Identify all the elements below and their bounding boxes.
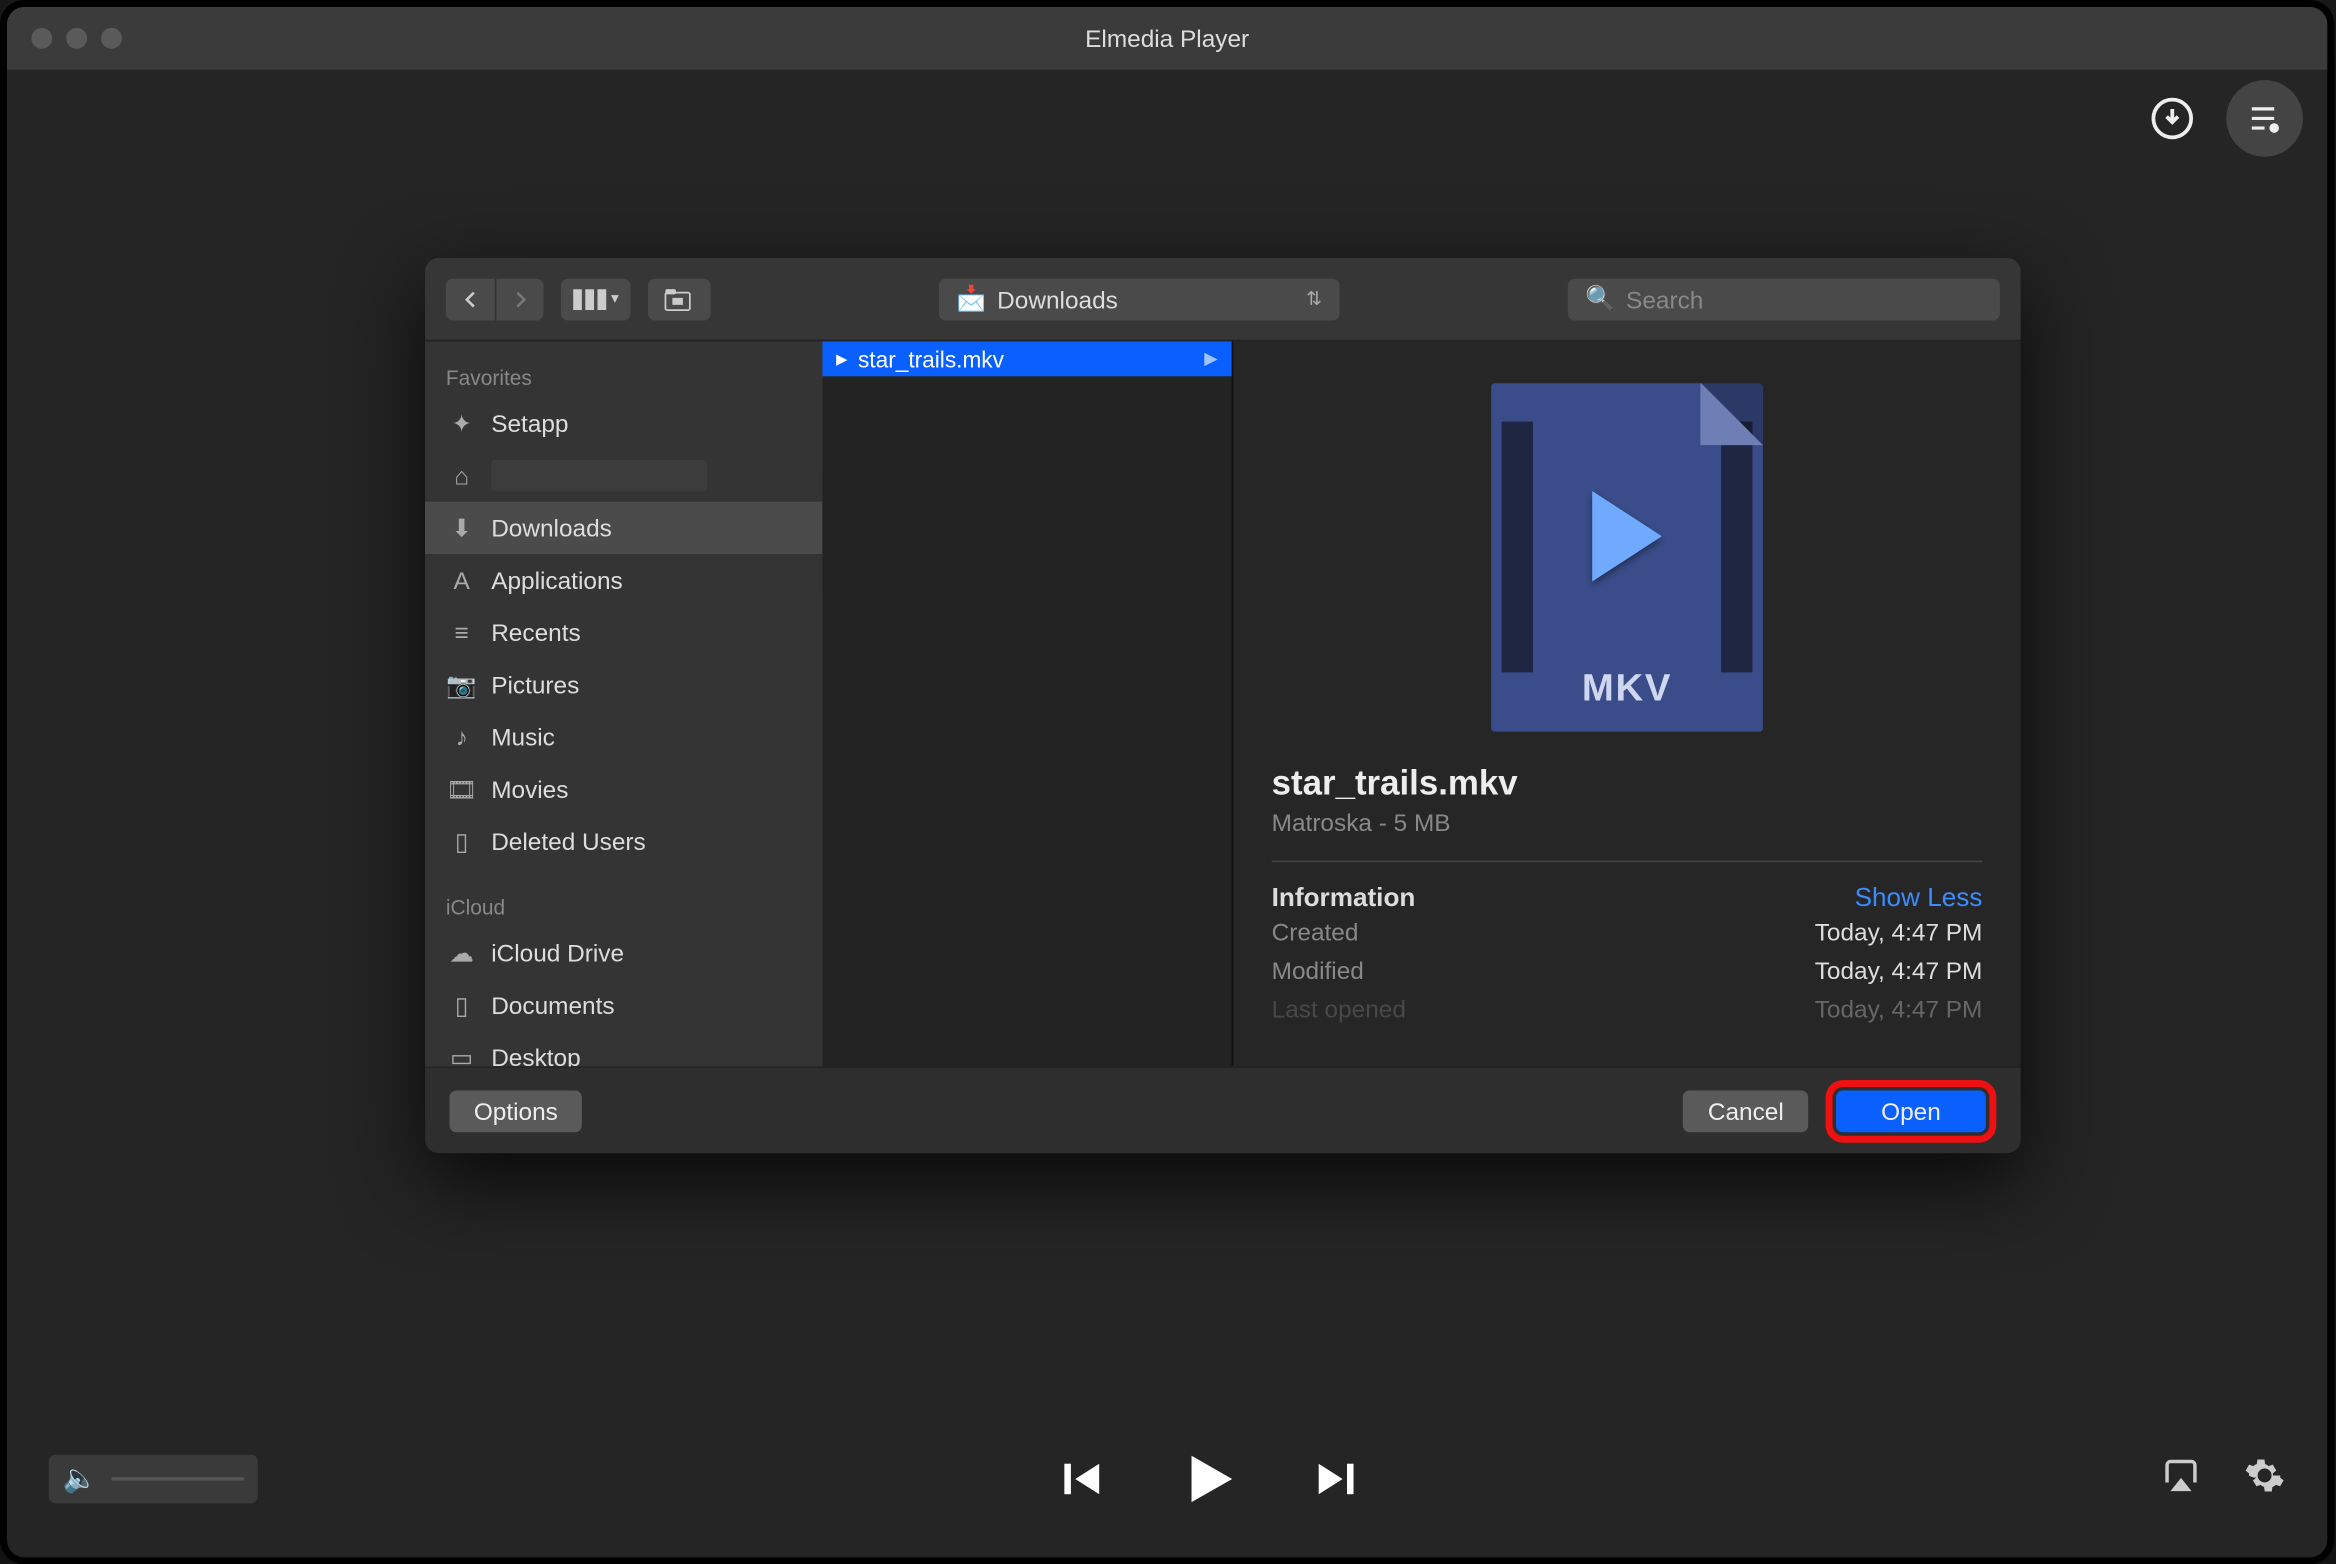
view-columns-button[interactable]: ▾	[561, 278, 631, 320]
minimize-window-icon[interactable]	[66, 28, 87, 49]
view-mode-segment[interactable]: ▾	[561, 278, 631, 320]
mkv-file-icon: MKV	[1491, 382, 1763, 730]
sidebar-item-music[interactable]: ♪Music	[425, 711, 822, 763]
music-icon: ♪	[446, 723, 477, 751]
volume-track[interactable]	[111, 1477, 244, 1480]
dialog-toolbar: ▾ 📩 Downloads ⇅ 🔍 Search	[425, 258, 2021, 342]
next-button[interactable]	[1310, 1453, 1362, 1505]
sidebar-item-recents[interactable]: ≡Recents	[425, 606, 822, 658]
back-button[interactable]	[446, 278, 495, 320]
path-label: Downloads	[997, 285, 1118, 313]
search-field[interactable]: 🔍 Search	[1568, 278, 2000, 320]
thumbnail: MKV	[1272, 380, 1983, 734]
info-row-last-opened: Last openedToday, 4:47 PM	[1272, 989, 1983, 1027]
open-button[interactable]: Open	[1836, 1090, 1986, 1132]
previous-button[interactable]	[1056, 1453, 1108, 1505]
show-less-link[interactable]: Show Less	[1855, 883, 1983, 913]
forward-button[interactable]	[495, 278, 544, 320]
sidebar-item-home[interactable]: ⌂	[425, 449, 822, 501]
info-row-modified: ModifiedToday, 4:47 PM	[1272, 951, 1983, 989]
file-list-column: ▸ star_trails.mkv ▶	[822, 341, 1233, 1066]
applications-icon: A	[446, 566, 477, 594]
playlist-icon[interactable]	[2226, 80, 2303, 157]
sidebar-item-documents[interactable]: ▯Documents	[425, 979, 822, 1031]
group-button[interactable]	[648, 278, 711, 320]
search-placeholder: Search	[1626, 285, 1703, 313]
info-row-created: CreatedToday, 4:47 PM	[1272, 913, 1983, 951]
icloud-header: iCloud	[425, 885, 822, 927]
sidebar-item-pictures[interactable]: 📷Pictures	[425, 658, 822, 710]
file-row[interactable]: ▸ star_trails.mkv ▶	[822, 341, 1231, 376]
play-button[interactable]	[1174, 1444, 1244, 1514]
chevron-updown-icon: ⇅	[1306, 287, 1322, 310]
volume-slider[interactable]: 🔈	[49, 1455, 258, 1504]
sidebar-item-movies[interactable]: 🎞Movies	[425, 763, 822, 815]
zoom-window-icon[interactable]	[101, 28, 122, 49]
sidebar-item-downloads[interactable]: ⬇Downloads	[425, 502, 822, 554]
icloud-icon: ☁	[446, 938, 477, 968]
documents-icon: ▯	[446, 990, 477, 1020]
folder-downloads-icon: 📩	[956, 284, 986, 314]
cancel-button[interactable]: Cancel	[1683, 1090, 1808, 1132]
app-title: Elmedia Player	[7, 24, 2327, 52]
sidebar: Favorites ✦Setapp ⌂ ⬇Downloads AApplicat…	[425, 341, 822, 1066]
player-controls: 🔈	[7, 1401, 2327, 1558]
home-icon: ⌂	[446, 462, 477, 490]
dialog-footer: Options Cancel Open	[425, 1066, 2021, 1153]
nav-back-forward[interactable]	[446, 278, 544, 320]
path-dropdown[interactable]: 📩 Downloads ⇅	[939, 278, 1340, 320]
redacted-label	[491, 460, 707, 491]
highlight-annotation: Open	[1826, 1079, 1997, 1142]
info-header: Information	[1272, 883, 1416, 913]
search-icon: 🔍	[1585, 284, 1615, 314]
desktop-icon: ▭	[446, 1043, 477, 1067]
divider	[1272, 861, 1983, 863]
chevron-right-icon: ▶	[1204, 349, 1217, 368]
sidebar-item-applications[interactable]: AApplications	[425, 554, 822, 606]
file-name: star_trails.mkv	[858, 346, 1004, 372]
sidebar-item-icloud-drive[interactable]: ☁iCloud Drive	[425, 927, 822, 979]
dialog-body: Favorites ✦Setapp ⌂ ⬇Downloads AApplicat…	[425, 341, 2021, 1066]
titlebar: Elmedia Player	[7, 7, 2327, 70]
document-icon: ▯	[446, 827, 477, 857]
movies-icon: 🎞	[446, 774, 477, 804]
window-controls[interactable]	[31, 28, 122, 49]
preview-pane: MKV star_trails.mkv Matroska - 5 MB Info…	[1233, 341, 2020, 1066]
volume-icon: 🔈	[63, 1462, 98, 1497]
downloads-icon: ⬇	[446, 513, 477, 543]
sidebar-item-deleted-users[interactable]: ▯Deleted Users	[425, 815, 822, 867]
download-icon[interactable]	[2143, 89, 2202, 148]
airplay-icon[interactable]	[2160, 1454, 2202, 1505]
app-window: Elmedia Player ▾ 📩Downloads ⇅ 🔍 Sear	[0, 0, 2334, 1564]
recents-icon: ≡	[446, 618, 477, 646]
open-file-dialog: ▾ 📩 Downloads ⇅ 🔍 Search Favorites ✦Setap…	[425, 258, 2021, 1153]
favorites-header: Favorites	[425, 355, 822, 397]
preview-subtitle: Matroska - 5 MB	[1272, 808, 1983, 836]
close-window-icon[interactable]	[31, 28, 52, 49]
pictures-icon: 📷	[446, 670, 477, 700]
sidebar-item-setapp[interactable]: ✦Setapp	[425, 397, 822, 449]
preview-file-name: star_trails.mkv	[1272, 765, 1983, 805]
file-type-icon: ▸	[836, 345, 847, 373]
options-button[interactable]: Options	[449, 1090, 582, 1132]
app-topbar	[7, 70, 2327, 168]
sidebar-item-desktop[interactable]: ▭Desktop	[425, 1031, 822, 1066]
view-grouping[interactable]	[648, 278, 711, 320]
setapp-icon: ✦	[446, 408, 477, 438]
settings-icon[interactable]	[2244, 1454, 2286, 1505]
